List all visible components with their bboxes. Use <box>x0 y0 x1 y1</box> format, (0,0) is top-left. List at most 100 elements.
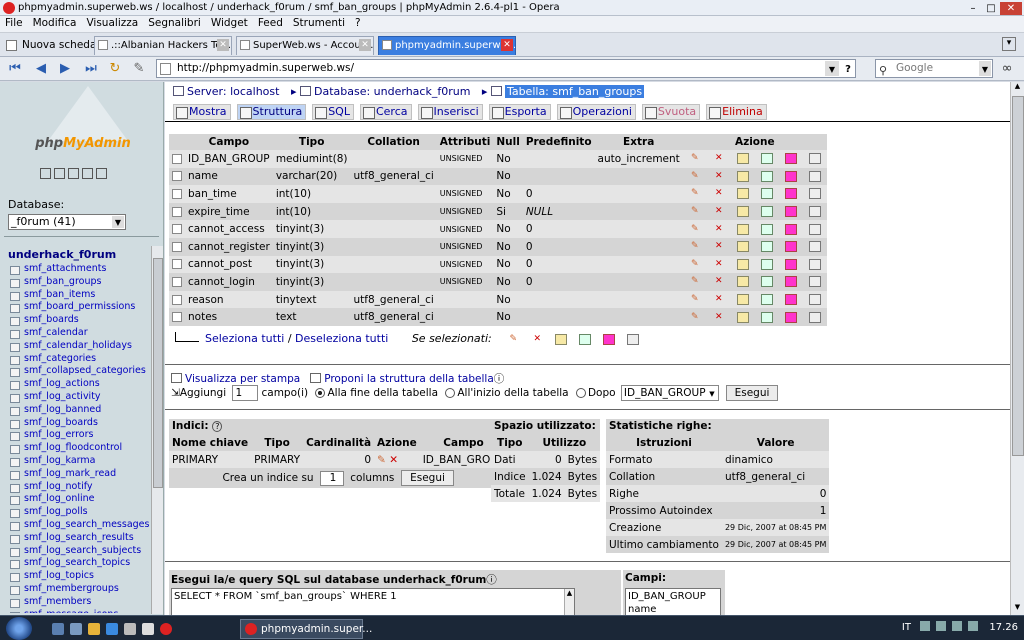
tab-sql[interactable]: SQL <box>312 104 354 120</box>
tray-icon[interactable] <box>968 621 979 631</box>
fulltext-icon[interactable] <box>808 153 821 165</box>
edit-icon[interactable]: ✎ <box>507 334 519 345</box>
sidebar-table-item[interactable]: smf_log_polls <box>8 506 152 519</box>
fulltext-icon[interactable] <box>627 333 640 345</box>
sidebar-table-item[interactable]: smf_members <box>8 596 152 609</box>
sidebar-table-item[interactable]: smf_log_errors <box>8 429 152 442</box>
sidebar-table-item[interactable]: smf_membergroups <box>8 583 152 596</box>
row-checkbox[interactable] <box>172 153 182 164</box>
tab-struttura[interactable]: Struttura <box>236 104 307 120</box>
sidebar-table-item[interactable]: smf_log_online <box>8 493 152 506</box>
zoom-icon[interactable]: ∞ <box>998 60 1016 77</box>
list-item[interactable]: name <box>628 603 718 615</box>
radio-after-label[interactable]: Dopo <box>588 387 616 399</box>
index-icon[interactable] <box>579 333 592 345</box>
sidebar-table-item[interactable]: smf_log_search_topics <box>8 557 152 570</box>
edit-icon[interactable]: ✎ <box>689 206 701 217</box>
help-icon[interactable]: ⓘ <box>494 373 505 385</box>
tab-close-icon[interactable]: ✕ <box>359 39 371 51</box>
back-icon[interactable]: ◀ <box>32 60 50 77</box>
fast-forward-icon[interactable]: ⏭ <box>82 60 100 77</box>
sql-icon[interactable] <box>54 168 65 179</box>
primary-key-icon[interactable] <box>736 241 749 253</box>
delete-icon[interactable]: ✕ <box>713 171 725 182</box>
index-icon[interactable] <box>760 311 773 323</box>
edit-icon[interactable]: ✎ <box>689 276 701 287</box>
sidebar-table-item[interactable]: smf_log_search_messages <box>8 519 152 532</box>
browser-tab-phpmyadmin[interactable]: phpmyadmin.superwe... ✕ <box>378 36 516 55</box>
menu-segnalibri[interactable]: Segnalibri <box>143 16 206 30</box>
after-field-select[interactable]: ID_BAN_GROUP ▼ <box>620 385 719 401</box>
menu-help[interactable]: ? <box>350 16 366 30</box>
index-icon[interactable] <box>760 223 773 235</box>
edit-icon[interactable]: ✎ <box>689 171 701 182</box>
propose-structure-link[interactable]: Proponi la struttura della tabella <box>324 373 494 385</box>
row-checkbox[interactable] <box>172 241 182 252</box>
fulltext-icon[interactable] <box>808 188 821 200</box>
edit-icon[interactable]: ✎ <box>689 241 701 252</box>
fulltext-icon[interactable] <box>808 311 821 323</box>
primary-key-icon[interactable] <box>736 258 749 270</box>
help-icon[interactable]: ? <box>212 421 223 432</box>
delete-icon[interactable]: ✕ <box>713 206 725 217</box>
delete-icon[interactable]: ✕ <box>713 224 725 235</box>
edit-icon[interactable]: ✎ <box>689 294 701 305</box>
volume-icon[interactable] <box>952 621 963 631</box>
scroll-down-icon[interactable]: ▼ <box>1011 603 1024 615</box>
sidebar-table-item[interactable]: smf_collapsed_categories <box>8 365 152 378</box>
page-scrollbar[interactable]: ▲ ▼ <box>1010 82 1024 615</box>
browser-icon[interactable] <box>106 623 118 635</box>
scrollbar-thumb[interactable] <box>1012 96 1024 456</box>
fulltext-icon[interactable] <box>808 206 821 218</box>
search-input[interactable]: ⚲ Google ▼ <box>875 59 993 78</box>
sidebar-table-item[interactable]: smf_log_search_results <box>8 532 152 545</box>
create-index-submit-button[interactable]: Esegui <box>401 470 454 486</box>
sql-query-textarea[interactable]: SELECT * FROM `smf_ban_groups` WHERE 1 ▲ <box>171 588 575 615</box>
sidebar-scrollbar[interactable] <box>151 246 163 614</box>
primary-key-icon[interactable] <box>736 188 749 200</box>
select-all-link[interactable]: Seleziona tutti <box>205 332 284 345</box>
database-name[interactable]: underhack_f0rum <box>8 248 116 261</box>
terminal-icon[interactable] <box>142 623 154 635</box>
chevron-down-icon[interactable]: ▼ <box>979 61 991 76</box>
folder-icon[interactable] <box>88 623 100 635</box>
primary-key-icon[interactable] <box>736 311 749 323</box>
index-icon[interactable] <box>760 188 773 200</box>
sidebar-table-item[interactable]: smf_log_notify <box>8 481 152 494</box>
unique-icon[interactable] <box>603 333 616 345</box>
sidebar-table-item[interactable]: smf_message_icons <box>8 609 152 613</box>
fulltext-icon[interactable] <box>808 276 821 288</box>
browser-tab-superweb[interactable]: SuperWeb.ws - Accoun... ✕ <box>236 36 374 55</box>
opera-icon[interactable] <box>160 623 172 635</box>
sidebar-table-item[interactable]: smf_log_karma <box>8 455 152 468</box>
tab-close-icon[interactable]: ✕ <box>217 39 229 51</box>
tab-esporta[interactable]: Esporta <box>488 104 551 120</box>
start-button[interactable] <box>6 617 32 640</box>
menu-widget[interactable]: Widget <box>206 16 253 30</box>
unique-icon[interactable] <box>784 223 797 235</box>
minimize-icon[interactable]: – <box>964 2 982 15</box>
sidebar-table-item[interactable]: smf_attachments <box>8 263 152 276</box>
sidebar-table-item[interactable]: smf_ban_groups <box>8 276 152 289</box>
browser-tab-albanian[interactable]: .::Albanian Hackers Tea... ✕ <box>94 36 232 55</box>
unique-icon[interactable] <box>784 258 797 270</box>
edit-icon[interactable]: ✎ <box>689 153 701 164</box>
unique-icon[interactable] <box>784 206 797 218</box>
add-field-count-input[interactable]: 1 <box>232 385 259 401</box>
unique-icon[interactable] <box>784 241 797 253</box>
help-icon[interactable]: ⓘ <box>486 574 497 586</box>
forward-icon[interactable]: ▶ <box>56 60 74 77</box>
delete-icon[interactable]: ✕ <box>713 294 725 305</box>
tab-elimina[interactable]: Elimina <box>706 104 767 120</box>
delete-icon[interactable]: ✕ <box>713 259 725 270</box>
sidebar-table-item[interactable]: smf_categories <box>8 353 152 366</box>
delete-icon[interactable]: ✕ <box>713 153 725 164</box>
query-icon[interactable] <box>68 168 79 179</box>
delete-icon[interactable]: ✕ <box>713 312 725 323</box>
taskbar-item-opera[interactable]: phpmyadmin.super... <box>240 619 372 639</box>
sidebar-table-item[interactable]: smf_log_actions <box>8 378 152 391</box>
primary-key-icon[interactable] <box>736 153 749 165</box>
delete-icon[interactable]: ✕ <box>531 334 543 345</box>
window-switch-icon[interactable] <box>70 623 82 635</box>
index-icon[interactable] <box>760 153 773 165</box>
